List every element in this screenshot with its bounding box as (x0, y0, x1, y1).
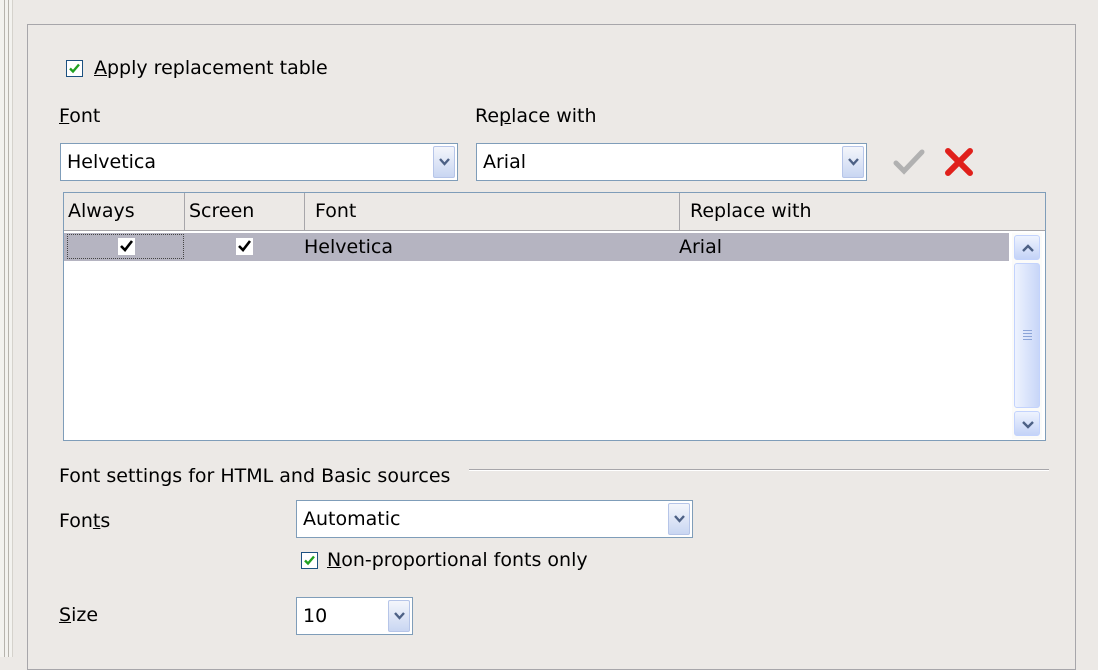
scroll-down-button[interactable] (1014, 411, 1040, 436)
fonts-combobox[interactable]: Automatic (296, 500, 693, 538)
grip-line (1023, 336, 1032, 337)
non-proportional-checkbox[interactable] (301, 552, 318, 569)
checkmark-icon (69, 63, 80, 74)
column-header-font[interactable]: Font (305, 193, 680, 230)
section-separator (469, 469, 1049, 471)
chevron-down-icon (1022, 421, 1034, 429)
replace-with-combobox-value[interactable]: Arial (483, 144, 526, 180)
delete-replacement-button[interactable] (942, 145, 976, 179)
table-header: Always Screen Font Replace with (64, 193, 1045, 231)
grip-line (1023, 330, 1032, 331)
size-dropdown-button[interactable] (388, 600, 410, 632)
checkmark-icon (304, 555, 315, 566)
border-line (4, 0, 5, 657)
fonts-dropdown-button[interactable] (668, 503, 690, 535)
replacement-table[interactable]: Always Screen Font Replace with Helvetic… (63, 192, 1046, 441)
font-combobox[interactable]: Helvetica (60, 143, 458, 181)
size-combobox-value[interactable]: 10 (303, 598, 327, 634)
chevron-up-icon (1022, 244, 1034, 252)
fonts-label: Fonts (59, 510, 111, 532)
apply-replacement-checkbox[interactable] (66, 60, 83, 77)
screen-checkbox[interactable] (236, 238, 253, 255)
column-header-screen[interactable]: Screen (185, 193, 305, 230)
row-font-cell: Helvetica (304, 236, 394, 258)
font-dropdown-button[interactable] (433, 146, 455, 178)
border-line (8, 0, 9, 657)
column-header-always[interactable]: Always (64, 193, 185, 230)
column-header-replace-with[interactable]: Replace with (680, 193, 1046, 230)
fonts-combobox-value[interactable]: Automatic (303, 501, 400, 537)
html-font-settings-heading: Font settings for HTML and Basic sources (59, 465, 451, 487)
font-combobox-value[interactable]: Helvetica (67, 144, 156, 180)
non-proportional-label[interactable]: Non-proportional fonts only (327, 548, 588, 572)
replace-with-dropdown-button[interactable] (842, 146, 864, 178)
apply-replacement-button[interactable] (892, 147, 926, 177)
table-row[interactable]: Helvetica Arial (64, 233, 1009, 261)
window-left-border (0, 0, 13, 657)
chevron-down-icon (394, 612, 405, 620)
red-x-delete-icon (945, 148, 973, 176)
row-replace-cell: Arial (679, 236, 723, 258)
chevron-down-icon (439, 158, 450, 166)
font-replacement-panel: Apply replacement table Font Replace wit… (27, 24, 1076, 670)
always-checkbox[interactable] (118, 238, 135, 255)
checkmark-icon (120, 240, 134, 252)
checkmark-icon (893, 149, 925, 175)
size-label: Size (59, 604, 99, 626)
scrollbar-thumb[interactable] (1014, 263, 1040, 408)
font-label: Font (59, 105, 101, 127)
chevron-down-icon (674, 515, 685, 523)
replace-with-label: Replace with (475, 105, 597, 127)
chevron-down-icon (848, 158, 859, 166)
apply-replacement-label[interactable]: Apply replacement table (94, 56, 328, 80)
grip-line (1023, 333, 1032, 334)
checkmark-icon (238, 240, 252, 252)
vertical-scrollbar[interactable] (1012, 233, 1042, 439)
size-combobox[interactable]: 10 (296, 597, 413, 635)
replace-with-combobox[interactable]: Arial (476, 143, 867, 181)
grip-line (1023, 339, 1032, 340)
scroll-up-button[interactable] (1014, 235, 1040, 260)
